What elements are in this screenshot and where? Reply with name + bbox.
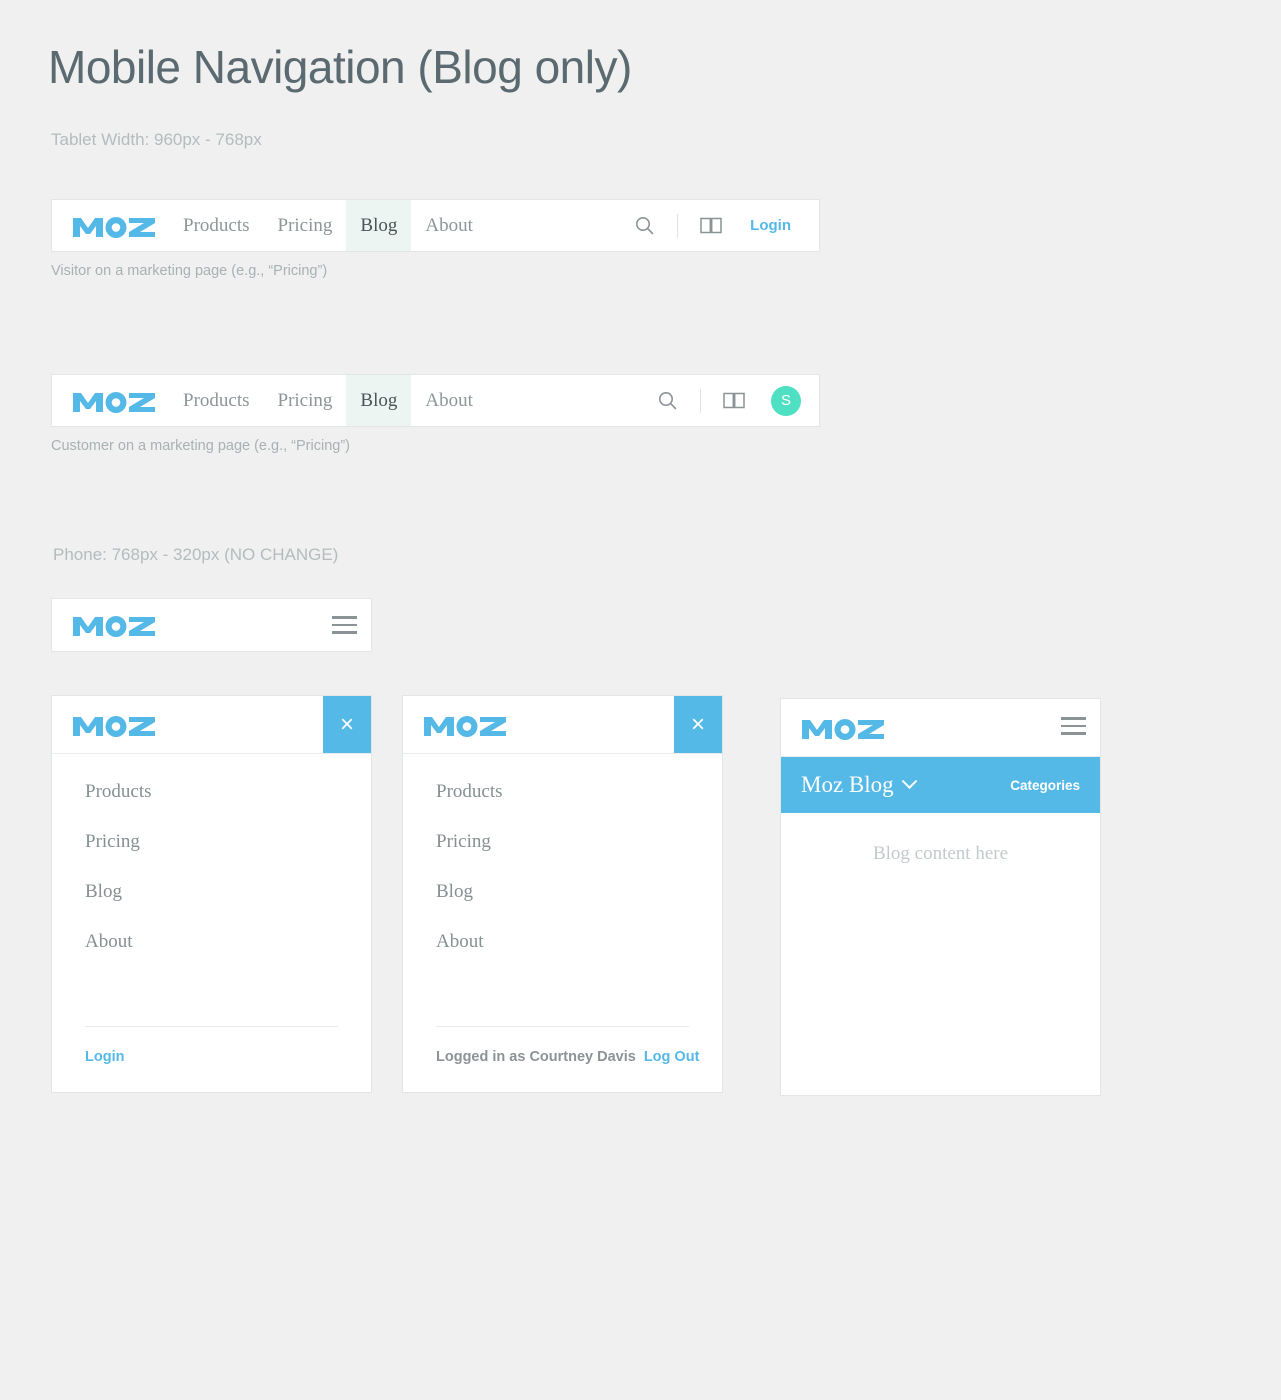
hamburger-bar [331,623,357,627]
nav-link-about[interactable]: About [411,375,487,426]
book-icon[interactable] [711,374,757,427]
moz-logo-icon [71,213,157,239]
login-link[interactable]: Login [85,1049,124,1065]
phone-navbar-collapsed [51,598,372,652]
nav-icons: Login [621,200,819,251]
panel-menu-list: Products Pricing Blog About [403,754,722,1026]
moz-logo-icon [800,715,886,741]
hamburger-bar [1060,724,1086,728]
page-title: Mobile Navigation (Blog only) [48,41,632,93]
book-icon[interactable] [688,199,734,252]
hamburger-bar [1060,732,1086,735]
nav-link-blog[interactable]: Blog [346,375,412,426]
nav-links: Products Pricing Blog About [169,200,487,251]
menu-item-pricing[interactable]: Pricing [436,831,722,853]
search-icon[interactable] [644,374,690,427]
mobile-blog-panel: Moz Blog Categories Blog content here [780,698,1101,1096]
hamburger-bar [1060,717,1086,720]
panel-header: × [403,696,722,754]
close-icon[interactable]: × [323,696,371,753]
hamburger-bar [331,616,357,619]
mobile-menu-panel-logged-out: × Products Pricing Blog About Login [51,695,372,1093]
blog-dropdown-button[interactable]: Moz Blog [801,772,917,798]
nav-link-products[interactable]: Products [169,200,264,251]
hamburger-icon[interactable] [1046,699,1100,753]
nav-link-pricing[interactable]: Pricing [264,200,347,251]
categories-link[interactable]: Categories [1010,778,1080,793]
mobile-menu-panel-logged-in: × Products Pricing Blog About Logged in … [402,695,723,1093]
mockup-canvas: Mobile Navigation (Blog only) Tablet Wid… [0,0,1281,1400]
nav-icons: S [644,375,819,426]
panel-header [781,699,1100,757]
menu-item-pricing[interactable]: Pricing [85,831,371,853]
blog-title-label: Moz Blog [801,772,894,797]
moz-logo-link[interactable] [781,699,1046,756]
moz-logo-link[interactable] [403,696,674,753]
moz-logo-icon [71,712,157,738]
panel-footer: Login [85,1026,338,1092]
nav-divider [677,213,679,238]
logout-link[interactable]: Log Out [644,1049,700,1065]
chevron-down-icon [901,772,917,789]
tablet-width-label: Tablet Width: 960px - 768px [51,130,262,149]
caption-visitor: Visitor on a marketing page (e.g., “Pric… [51,263,328,279]
logged-in-user-label: Logged in as Courtney Davis [436,1049,636,1065]
moz-logo-icon [71,388,157,414]
nav-divider [700,388,701,413]
nav-link-products[interactable]: Products [169,375,264,426]
moz-logo-link[interactable] [52,375,169,426]
nav-link-about[interactable]: About [411,200,487,251]
panel-footer: Logged in as Courtney Davis Log Out [436,1026,699,1092]
nav-link-pricing[interactable]: Pricing [264,375,347,426]
menu-item-blog[interactable]: Blog [436,881,722,903]
panel-header: × [52,696,371,754]
login-link[interactable]: Login [734,217,801,234]
panel-menu-list: Products Pricing Blog About [52,754,371,1026]
blog-content-area: Blog content here [781,813,1100,1095]
close-icon[interactable]: × [674,696,722,753]
menu-item-about[interactable]: About [85,931,371,953]
avatar[interactable]: S [771,385,801,416]
menu-item-blog[interactable]: Blog [85,881,371,903]
moz-logo-icon[interactable] [71,612,157,638]
blog-content-placeholder: Blog content here [872,843,1009,864]
blog-subnav-bar: Moz Blog Categories [781,757,1100,813]
tablet-navbar-visitor: Products Pricing Blog About Login [51,199,820,252]
moz-logo-link[interactable] [52,200,169,251]
phone-width-label: Phone: 768px - 320px (NO CHANGE) [53,545,339,564]
moz-logo-icon [422,712,508,738]
search-icon[interactable] [621,199,667,252]
menu-item-products[interactable]: Products [85,781,371,803]
caption-customer: Customer on a marketing page (e.g., “Pri… [51,438,350,454]
menu-item-products[interactable]: Products [436,781,722,803]
menu-item-about[interactable]: About [436,931,722,953]
hamburger-bar [331,631,357,634]
nav-links: Products Pricing Blog About [169,375,487,426]
moz-logo-link[interactable] [52,696,323,753]
hamburger-icon[interactable] [317,598,371,652]
nav-link-blog[interactable]: Blog [346,200,412,251]
tablet-navbar-customer: Products Pricing Blog About S [51,374,820,427]
